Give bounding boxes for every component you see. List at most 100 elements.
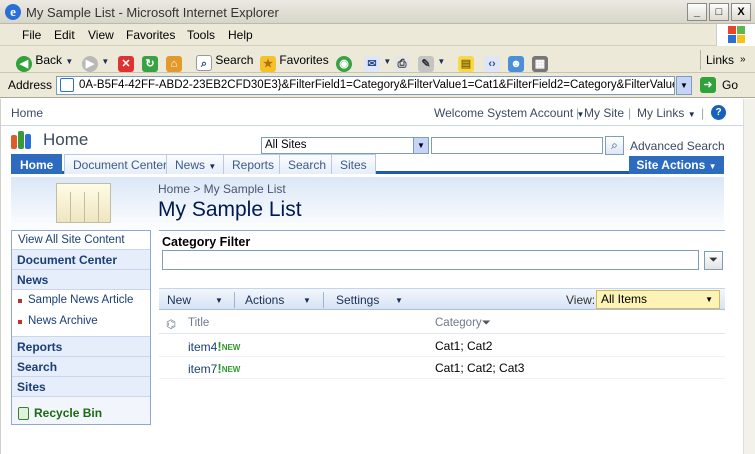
research-button[interactable]: ‹›: [484, 50, 500, 72]
back-button[interactable]: ◀ Back ▼: [16, 50, 73, 72]
home-button[interactable]: ⌂: [166, 50, 182, 72]
menu-view[interactable]: View: [88, 28, 114, 42]
discuss-button[interactable]: ▤: [458, 50, 474, 72]
nav-separator: |: [628, 106, 632, 120]
chevron-down-icon[interactable]: ▼: [395, 296, 403, 305]
links-button[interactable]: Links: [706, 50, 734, 70]
star-icon: ★: [260, 56, 276, 72]
menu-file[interactable]: File: [22, 28, 41, 42]
messenger-icon: ☻: [508, 56, 524, 72]
advanced-search-link[interactable]: Advanced Search: [630, 139, 725, 153]
filter-browse-icon[interactable]: ⏷: [704, 251, 723, 270]
help-icon[interactable]: ?: [711, 105, 726, 120]
view-select[interactable]: All Items ▼: [596, 290, 720, 309]
maximize-button[interactable]: □: [709, 3, 729, 21]
actions-label: Actions: [245, 293, 285, 307]
quick-launch: View All Site Content Document Center Ne…: [11, 230, 151, 425]
address-label: Address: [8, 78, 53, 92]
refresh-icon: ↻: [142, 56, 158, 72]
tools-button[interactable]: ▦: [532, 50, 548, 72]
go-arrow-icon[interactable]: ➜: [700, 77, 716, 93]
mail-button[interactable]: ✉ ▼: [364, 50, 391, 72]
edit-button[interactable]: ✎ ▼: [418, 50, 445, 72]
refresh-button[interactable]: ↻: [142, 50, 158, 72]
vertical-scrollbar[interactable]: [743, 99, 755, 454]
tab-search[interactable]: Search: [279, 154, 336, 174]
recycle-bin-link[interactable]: Recycle Bin: [12, 403, 150, 424]
address-bar: Address 0A-B5F4-42FF-ABD2-23EB2CFD30E3}&…: [0, 73, 755, 98]
forward-button[interactable]: ▶ ▼: [82, 50, 109, 72]
favorites-button[interactable]: ★ Favorites: [260, 50, 329, 72]
welcome-menu[interactable]: Welcome System Account ▼: [434, 106, 584, 120]
my-links-menu[interactable]: My Links ▼: [637, 106, 696, 120]
new-badge: NEW: [221, 343, 241, 352]
actions-menu[interactable]: Actions: [245, 293, 284, 307]
address-input[interactable]: 0A-B5F4-42FF-ABD2-23EB2CFD30E3}&FilterFi…: [56, 76, 675, 95]
site-search-input[interactable]: [431, 137, 603, 154]
main-content: Category Filter ⏷ New ▼ Actions ▼ Settin…: [159, 230, 725, 425]
chevron-down-icon[interactable]: ▼: [303, 296, 311, 305]
item-title-link[interactable]: item7!NEW: [188, 361, 240, 376]
view-all-site-content-link[interactable]: View All Site Content: [12, 231, 150, 250]
global-home-link[interactable]: Home: [11, 106, 43, 120]
search-button[interactable]: ⌕ Search: [196, 50, 253, 71]
table-row: item4!NEW Cat1; Cat2: [159, 335, 725, 357]
chevron-down-icon[interactable]: ▼: [215, 296, 223, 305]
go-button[interactable]: Go: [722, 78, 738, 92]
nav-reports[interactable]: Reports: [12, 337, 150, 357]
nav-sites[interactable]: Sites: [12, 377, 150, 397]
toolbar-separator: [234, 292, 235, 308]
page-viewport: Home Welcome System Account ▼ | My Site …: [0, 99, 744, 454]
messenger-button[interactable]: ☻: [508, 50, 524, 72]
menu-tools[interactable]: Tools: [187, 28, 215, 42]
people-logo-icon: [11, 129, 35, 151]
column-category-label: Category: [435, 317, 482, 329]
settings-menu[interactable]: Settings: [336, 293, 379, 307]
nav-news[interactable]: News: [12, 270, 150, 290]
site-title[interactable]: Home: [43, 130, 88, 150]
welcome-label: Welcome System Account: [434, 106, 574, 120]
my-site-link[interactable]: My Site: [584, 106, 624, 120]
tab-home[interactable]: Home: [11, 154, 63, 174]
search-go-icon[interactable]: ⌕: [605, 136, 624, 155]
breadcrumb[interactable]: Home > My Sample List: [158, 182, 286, 196]
site-actions-menu[interactable]: Site Actions ▼: [629, 156, 724, 174]
item-title-link[interactable]: item4!NEW: [188, 339, 240, 354]
nav-sample-news-article-label: Sample News Article: [28, 294, 134, 306]
address-url: 0A-B5F4-42FF-ABD2-23EB2CFD30E3}&FilterFi…: [79, 79, 675, 91]
search-scope-select[interactable]: All Sites ▼: [261, 137, 429, 154]
search-icon: ⌕: [196, 55, 212, 71]
toolbar-divider: [700, 50, 701, 70]
tab-document-center[interactable]: Document Center: [64, 154, 177, 174]
tab-reports[interactable]: Reports: [223, 154, 284, 174]
filter-input[interactable]: [162, 250, 699, 270]
print-button[interactable]: ⎙: [394, 50, 410, 72]
nav-search[interactable]: Search: [12, 357, 150, 377]
note-icon: ▤: [458, 56, 474, 72]
menu-favorites[interactable]: Favorites: [126, 28, 175, 42]
menu-help[interactable]: Help: [228, 28, 253, 42]
stop-button[interactable]: ✕: [118, 50, 134, 72]
column-title[interactable]: Title: [188, 317, 209, 329]
top-tabs: Home Document Center News ▼ Reports Sear…: [11, 154, 724, 174]
table-row: item7!NEW Cat1; Cat2; Cat3: [159, 357, 725, 379]
category-filter-webpart: Category Filter ⏷: [159, 230, 725, 278]
settings-label: Settings: [336, 293, 380, 307]
chevron-down-icon: ▼: [208, 162, 217, 171]
media-button[interactable]: ◉: [336, 50, 352, 72]
nav-news-archive[interactable]: News Archive: [12, 311, 150, 337]
tab-sites[interactable]: Sites: [331, 154, 376, 174]
menu-edit[interactable]: Edit: [54, 28, 75, 42]
address-dropdown-button[interactable]: ▼: [676, 76, 692, 95]
nav-document-center[interactable]: Document Center: [12, 250, 150, 270]
attachment-icon[interactable]: ⌬: [166, 317, 176, 331]
chevron-right-icon[interactable]: »: [740, 50, 746, 70]
list-header: ⌬ Title Category⏷: [159, 314, 725, 334]
column-category[interactable]: Category⏷: [435, 317, 491, 330]
item-category: Cat1; Cat2; Cat3: [435, 361, 525, 375]
new-menu[interactable]: New: [167, 293, 191, 307]
close-button[interactable]: X: [731, 3, 751, 21]
tab-news[interactable]: News ▼: [166, 154, 226, 174]
minimize-button[interactable]: _: [687, 3, 707, 21]
nav-sample-news-article[interactable]: Sample News Article: [12, 290, 150, 311]
